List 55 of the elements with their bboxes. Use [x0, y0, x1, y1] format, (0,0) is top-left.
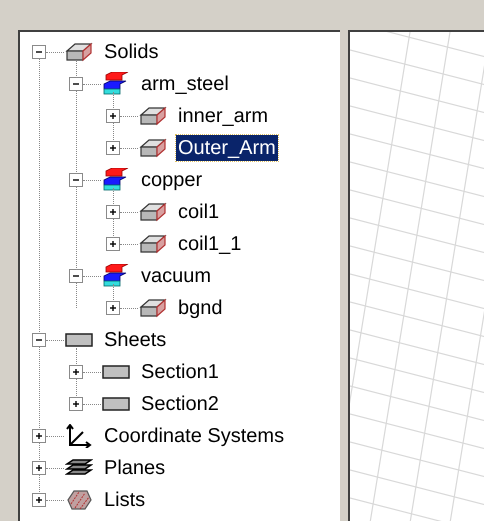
tree-item[interactable]: Outer_Arm [176, 135, 278, 161]
tree-item[interactable]: vacuum [139, 263, 214, 289]
box-solid-icon [139, 202, 167, 222]
tree-item[interactable]: Section1 [139, 359, 221, 385]
stacked-slabs-icon [102, 72, 130, 96]
expand-toggle[interactable] [106, 237, 120, 251]
tree-item[interactable]: Section2 [139, 391, 221, 417]
plus-icon [71, 367, 81, 377]
expand-toggle[interactable] [106, 109, 120, 123]
expand-toggle[interactable] [32, 333, 46, 347]
box-solid-icon [139, 234, 167, 254]
plus-icon [34, 495, 44, 505]
expand-toggle[interactable] [106, 141, 120, 155]
plus-icon [34, 463, 44, 473]
expand-toggle[interactable] [32, 461, 46, 475]
hatched-shape-icon [65, 489, 93, 511]
box-solid-icon [139, 298, 167, 318]
plus-icon [108, 303, 118, 313]
tree-item[interactable]: Solids [102, 39, 160, 65]
rectangle-sheet-icon [65, 333, 93, 347]
rectangle-sheet-icon [102, 397, 130, 411]
expand-toggle[interactable] [69, 77, 83, 91]
stacked-planes-icon [65, 458, 93, 478]
tree-item[interactable]: copper [139, 167, 204, 193]
box-solid-icon [139, 106, 167, 126]
box-solid-icon [65, 42, 93, 62]
expand-toggle[interactable] [69, 269, 83, 283]
expand-toggle[interactable] [69, 365, 83, 379]
expand-toggle[interactable] [69, 397, 83, 411]
plus-icon [108, 239, 118, 249]
tree-item[interactable]: inner_arm [176, 103, 270, 129]
box-solid-icon [139, 138, 167, 158]
tree-item[interactable]: bgnd [176, 295, 224, 321]
expand-toggle[interactable] [69, 173, 83, 187]
tree-item[interactable]: Planes [102, 455, 168, 481]
expand-toggle[interactable] [32, 429, 46, 443]
plus-icon [34, 431, 44, 441]
plus-icon [108, 111, 118, 121]
tree-item[interactable]: Coordinate Systems [102, 423, 286, 449]
expand-toggle[interactable] [106, 301, 120, 315]
plus-icon [71, 399, 81, 409]
plus-icon [108, 207, 118, 217]
stacked-slabs-icon [102, 168, 130, 192]
expand-toggle[interactable] [32, 45, 46, 59]
expand-toggle[interactable] [32, 493, 46, 507]
tree-item[interactable]: Sheets [102, 327, 168, 353]
tree-item[interactable]: Lists [102, 487, 148, 513]
expand-toggle[interactable] [106, 205, 120, 219]
tree-item[interactable]: coil1 [176, 199, 222, 225]
rectangle-sheet-icon [102, 365, 130, 379]
axes-icon [65, 424, 93, 448]
tree-item[interactable]: arm_steel [139, 71, 231, 97]
plus-icon [108, 143, 118, 153]
tree-item[interactable]: coil1_1 [176, 231, 244, 257]
stacked-slabs-icon [102, 264, 130, 288]
